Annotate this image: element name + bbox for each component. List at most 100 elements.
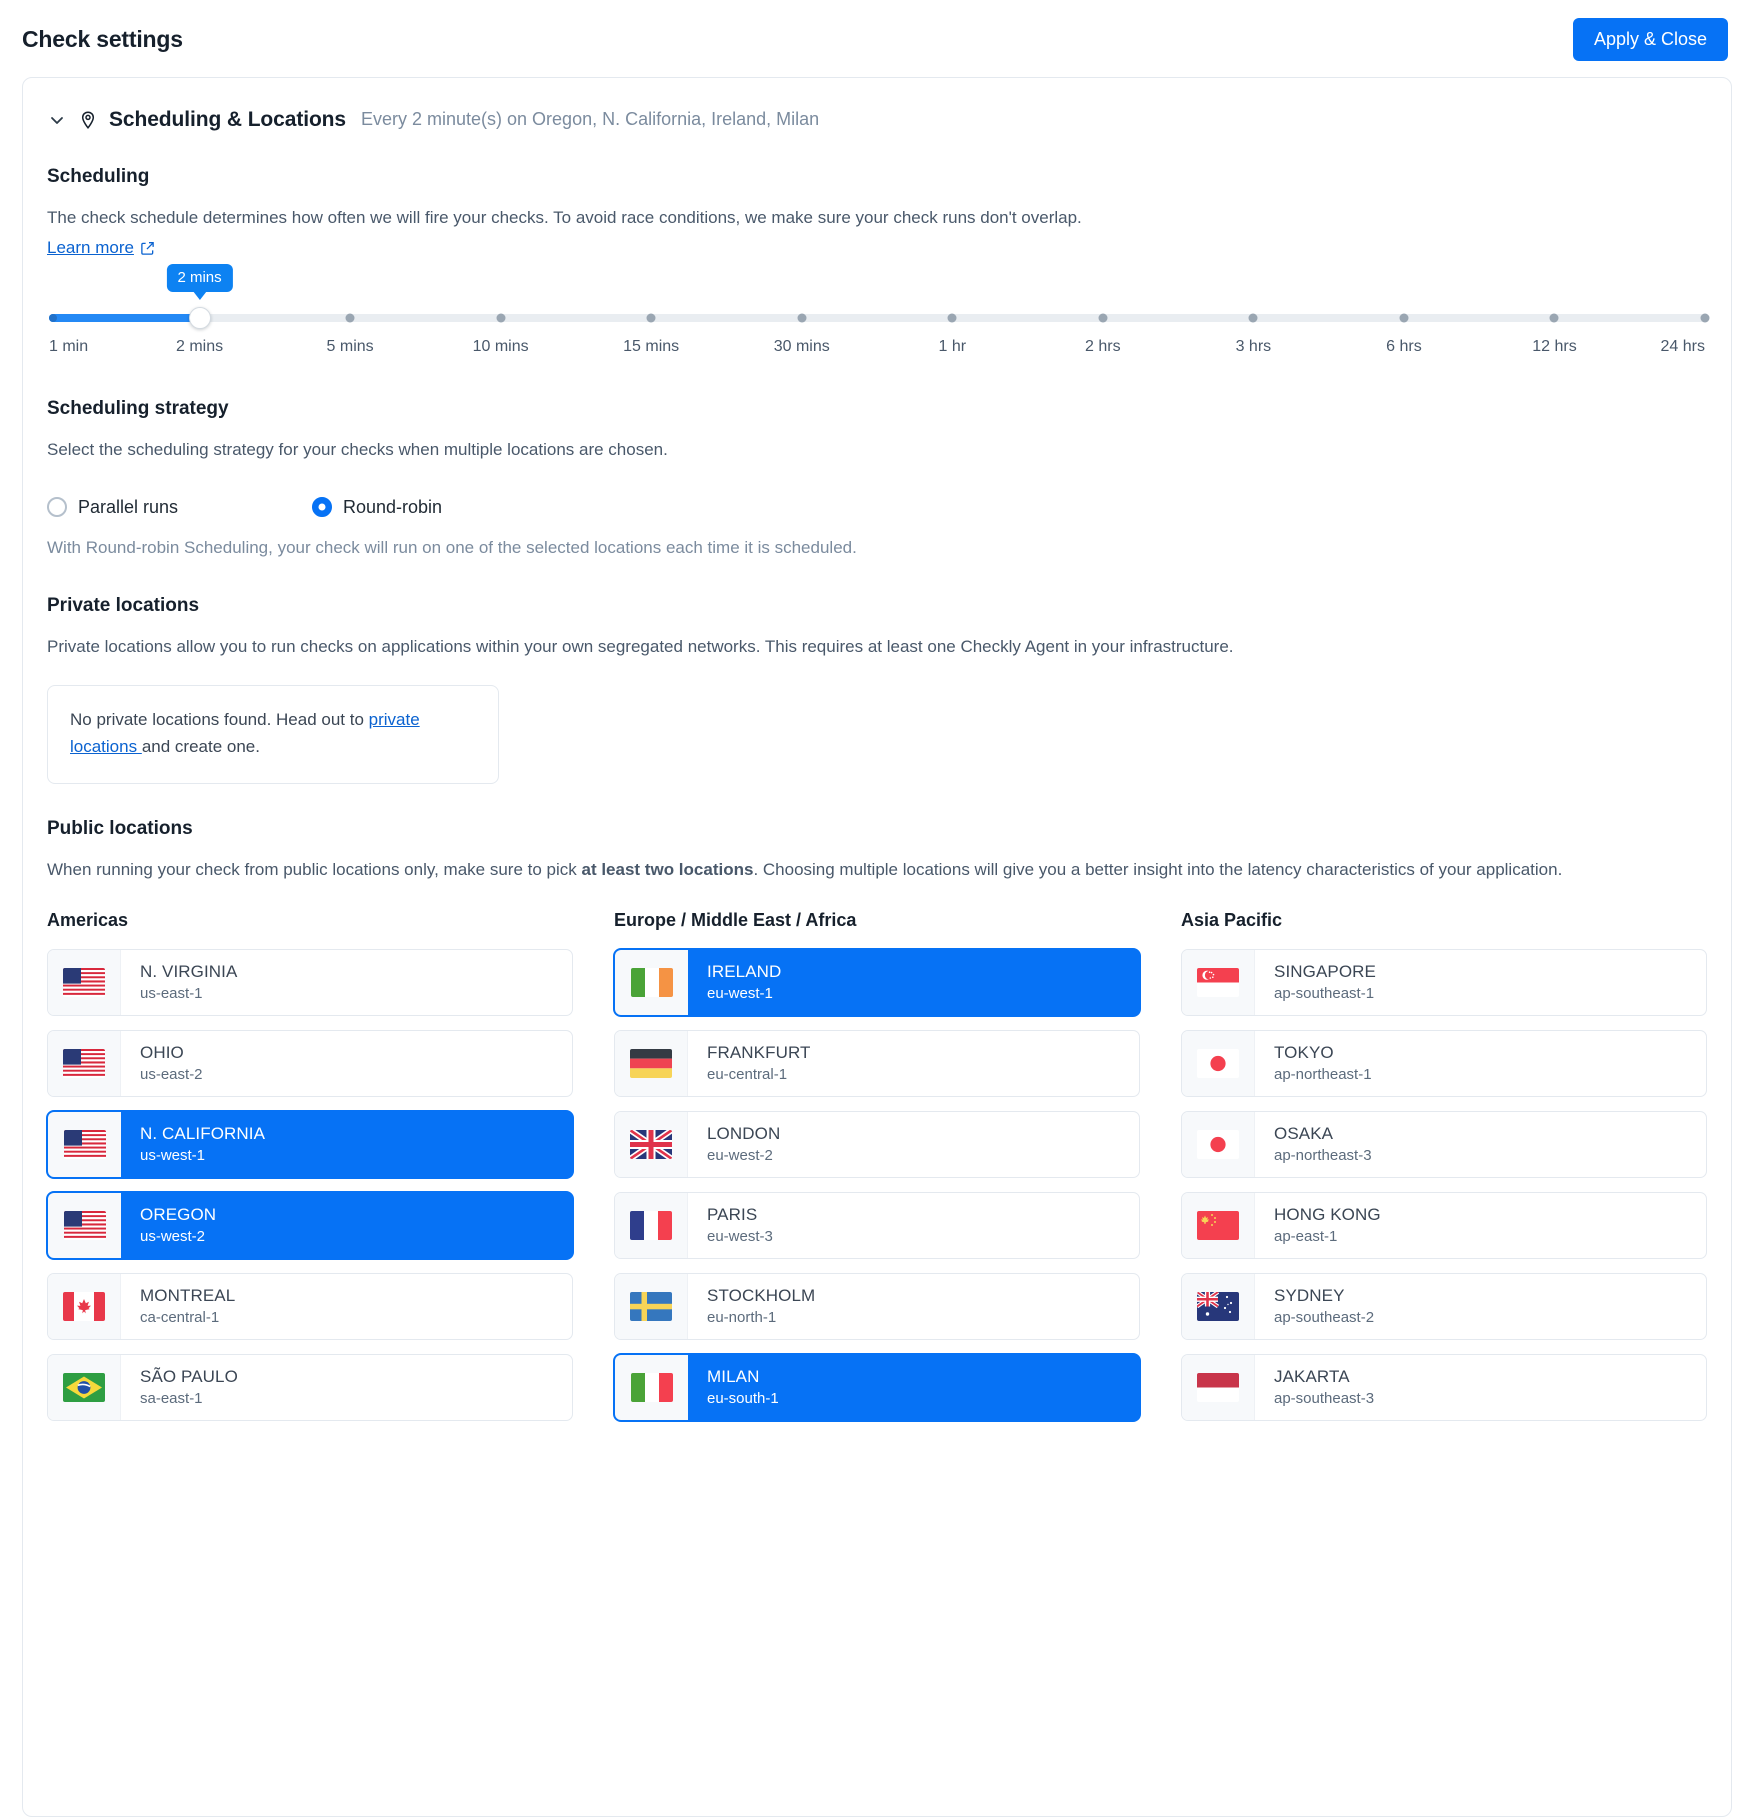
location-region: eu-south-1	[707, 1390, 779, 1408]
location-text: HONG KONG ap-east-1	[1255, 1193, 1381, 1258]
slider-thumb[interactable]	[188, 307, 211, 330]
location-card[interactable]: OSAKA ap-northeast-3	[1181, 1111, 1707, 1179]
radio-round-robin[interactable]: Round-robin	[312, 497, 442, 518]
slider-tick-dot[interactable]	[1549, 313, 1559, 323]
location-flag-cell	[1182, 1193, 1255, 1259]
location-card[interactable]: IRELAND eu-west-1	[614, 949, 1140, 1017]
location-card[interactable]: MONTREAL ca-central-1	[47, 1273, 573, 1341]
slider-tick-dot[interactable]	[797, 313, 807, 323]
location-card[interactable]: JAKARTA ap-southeast-3	[1181, 1354, 1707, 1422]
br-flag-icon	[63, 1373, 105, 1403]
location-text: PARIS eu-west-3	[688, 1193, 773, 1258]
public-locations-description-post: . Choosing multiple locations will give …	[753, 859, 1563, 879]
location-flag-cell	[48, 1112, 121, 1178]
slider-tick-dot[interactable]	[1098, 313, 1108, 323]
scheduling-locations-panel: Scheduling & Locations Every 2 minute(s)…	[22, 76, 1732, 1817]
scheduling-strategy-section: Scheduling strategy Select the schedulin…	[23, 398, 1731, 560]
location-region: ap-southeast-3	[1274, 1390, 1375, 1408]
location-region: us-west-2	[140, 1228, 206, 1246]
location-card[interactable]: MILAN eu-south-1	[614, 1354, 1140, 1422]
location-card[interactable]: SYDNEY ap-southeast-2	[1181, 1273, 1707, 1341]
location-name: MONTREAL	[140, 1286, 236, 1306]
radio-parallel-runs-dot[interactable]	[47, 497, 67, 518]
location-card[interactable]: N. VIRGINIA us-east-1	[47, 949, 573, 1017]
private-locations-description: Private locations allow you to run check…	[47, 636, 1234, 656]
private-locations-empty-prefix: No private locations found. Head out to	[70, 710, 369, 730]
location-card[interactable]: PARIS eu-west-3	[614, 1192, 1140, 1260]
slider-tick-label: 1 min	[49, 338, 89, 356]
location-text: MONTREAL ca-central-1	[121, 1274, 235, 1339]
slider-tick-dot[interactable]	[345, 313, 355, 323]
slider-tick-dot[interactable]	[1248, 313, 1258, 323]
location-card[interactable]: OREGON us-west-2	[47, 1192, 573, 1260]
location-card[interactable]: HONG KONG ap-east-1	[1181, 1192, 1707, 1260]
location-text: OSAKA ap-northeast-3	[1255, 1112, 1372, 1177]
us-flag-icon	[63, 1130, 106, 1160]
au-flag-icon	[1197, 1292, 1239, 1322]
scheduling-section: Scheduling The check schedule determines…	[23, 166, 1731, 365]
fr-flag-icon	[630, 1211, 672, 1241]
slider-value-bubble: 2 mins	[166, 264, 233, 301]
location-region: eu-west-3	[707, 1228, 773, 1246]
slider-tick-label: 2 mins	[175, 338, 224, 356]
location-region: us-east-1	[140, 985, 203, 1003]
location-card[interactable]: STOCKHOLM eu-north-1	[614, 1273, 1140, 1341]
location-name: JAKARTA	[1274, 1367, 1350, 1387]
location-region: us-west-1	[140, 1147, 206, 1165]
location-region: us-east-2	[140, 1066, 203, 1084]
slider-tick-dot[interactable]	[646, 313, 656, 323]
location-text: MILAN eu-south-1	[688, 1355, 779, 1420]
location-card[interactable]: TOKYO ap-northeast-1	[1181, 1030, 1707, 1098]
location-flag-cell	[615, 1355, 688, 1421]
location-card[interactable]: N. CALIFORNIA us-west-1	[47, 1111, 573, 1179]
strategy-radio-group: Parallel runs Round-robin	[47, 497, 1707, 518]
radio-round-robin-dot[interactable]	[312, 497, 332, 518]
locations-column: Asia Pacific SINGAPORE ap-southeast-1 TOK…	[1181, 910, 1707, 1435]
location-card[interactable]: SINGAPORE ap-southeast-1	[1181, 949, 1707, 1017]
location-text: SÃO PAULO sa-east-1	[121, 1355, 238, 1420]
slider-tick-dot[interactable]	[496, 313, 506, 323]
location-name: PARIS	[707, 1205, 758, 1225]
location-text: JAKARTA ap-southeast-3	[1255, 1355, 1374, 1420]
location-flag-cell	[615, 1031, 688, 1097]
slider-tick-label: 12 hrs	[1532, 338, 1577, 356]
learn-more-label[interactable]: Learn more	[47, 238, 134, 258]
us-flag-icon	[63, 1211, 106, 1241]
slider-tick-dot[interactable]	[1700, 313, 1710, 323]
private-locations-empty-suffix: and create one.	[141, 737, 260, 757]
panel-header[interactable]: Scheduling & Locations Every 2 minute(s)…	[23, 78, 1731, 132]
radio-parallel-runs[interactable]: Parallel runs	[47, 497, 312, 518]
us-flag-icon	[63, 1049, 105, 1079]
location-region: ca-central-1	[140, 1309, 220, 1327]
location-text: FRANKFURT eu-central-1	[688, 1031, 811, 1096]
slider-tick-dot[interactable]	[1399, 313, 1409, 323]
chevron-down-icon[interactable]	[47, 110, 67, 130]
location-pin-icon	[78, 110, 98, 130]
page-title: Check settings	[22, 25, 183, 52]
location-name: N. VIRGINIA	[140, 962, 238, 982]
location-card[interactable]: OHIO us-east-2	[47, 1030, 573, 1098]
location-flag-cell	[1182, 1355, 1255, 1421]
slider-track[interactable]: 2 mins	[49, 264, 1710, 330]
location-text: N. VIRGINIA us-east-1	[121, 950, 237, 1015]
location-flag-cell	[48, 1031, 121, 1097]
apply-and-close-button[interactable]: Apply & Close	[1572, 18, 1728, 61]
scheduling-heading: Scheduling	[47, 165, 150, 187]
location-region: eu-west-2	[707, 1147, 773, 1165]
learn-more-link[interactable]: Learn more	[47, 238, 155, 258]
slider-tick-label: 10 mins	[472, 338, 529, 356]
location-card[interactable]: LONDON eu-west-2	[614, 1111, 1140, 1179]
location-region: ap-southeast-1	[1274, 985, 1375, 1003]
location-name: IRELAND	[707, 962, 782, 982]
location-region: ap-northeast-3	[1274, 1147, 1372, 1165]
gb-flag-icon	[630, 1130, 672, 1160]
slider-tick-dot[interactable]	[947, 313, 957, 323]
location-name: FRANKFURT	[707, 1043, 811, 1063]
location-card[interactable]: FRANKFURT eu-central-1	[614, 1030, 1140, 1098]
location-card[interactable]: SÃO PAULO sa-east-1	[47, 1354, 573, 1422]
location-region: eu-west-1	[707, 985, 773, 1003]
location-text: STOCKHOLM eu-north-1	[688, 1274, 815, 1339]
location-region: eu-north-1	[707, 1309, 777, 1327]
location-text: OREGON us-west-2	[121, 1193, 216, 1258]
frequency-slider[interactable]: 2 mins 1 min 2 mins 5 mins 10 mins 15 mins 30…	[47, 264, 1710, 364]
